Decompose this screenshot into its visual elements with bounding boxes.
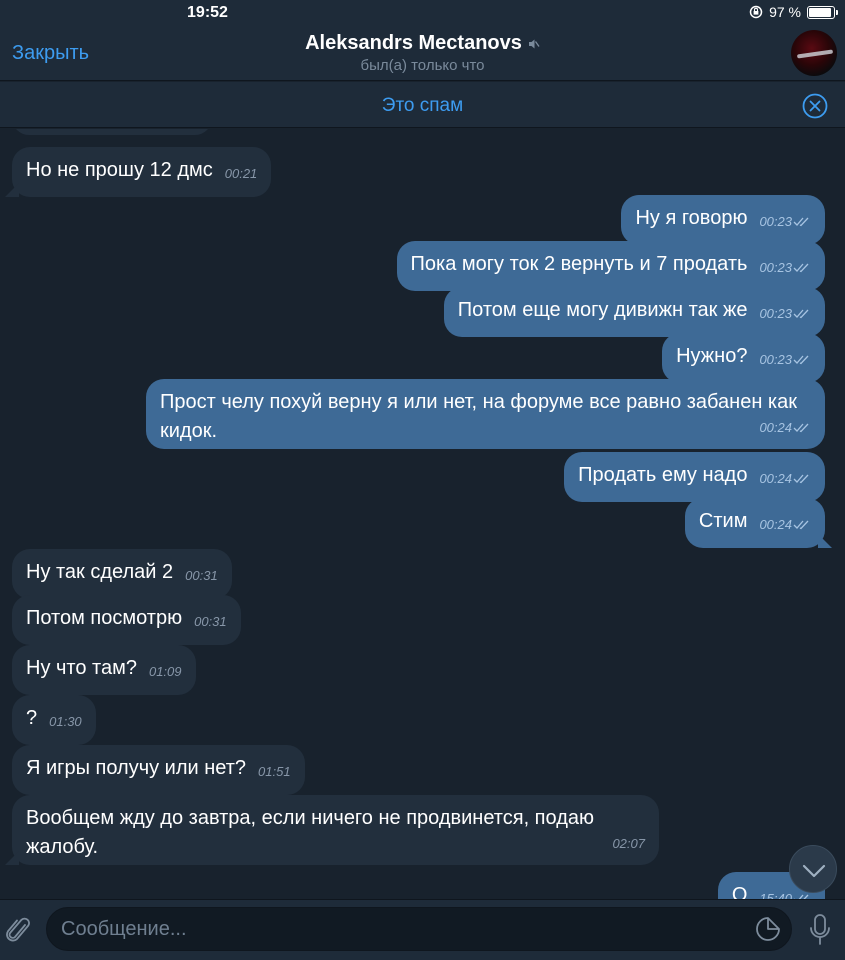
status-right: 97 % [749,4,838,20]
message-bubble-in[interactable]: Ну что там? 01:09 [12,645,196,695]
message-time: 01:09 [148,664,182,679]
message-text: Ну так сделай 2 [26,561,174,583]
message-bubble-in[interactable]: Я игры получу или нет? 01:51 [12,745,305,795]
read-checks-icon [793,520,809,530]
battery-icon [807,5,838,19]
message-text: ? [26,707,38,729]
read-checks-icon [793,217,809,227]
message-bubble-out[interactable]: Продать ему надо 00:24 [564,452,825,502]
nav-bar: Закрыть Aleksandrs Mectanovs был(а) толь… [0,26,845,81]
sticker-icon[interactable] [755,916,781,942]
message-text: Я игры получу или нет? [26,757,247,779]
message-text: Продать ему надо [578,464,748,486]
message-bubble-in[interactable]: Вообщем жду до завтра, если ничего не пр… [12,795,659,865]
composer-bar [0,899,845,960]
message-list[interactable]: Но не прошу 12 дмс 00:21 Ну я говорю 00:23… [0,129,845,899]
message-time: 01:30 [49,714,82,729]
orientation-lock-icon [749,5,763,19]
scroll-down-button[interactable] [789,845,837,893]
message-text: Пока могу ток 2 вернуть и 7 продать [410,253,748,275]
chat-title: Aleksandrs Mectanovs [305,32,522,54]
message-text: Ну что там? [26,657,137,679]
message-text: Но не прошу 12 дмс [26,159,213,181]
message-time: 02:07 [612,836,645,851]
status-bar: 19:52 97 % [0,0,845,26]
chat-title-row: Aleksandrs Mectanovs [305,32,540,55]
read-checks-icon [793,423,809,433]
message-time: 00:23 [759,352,792,367]
mute-icon [528,39,540,48]
report-spam-button[interactable]: Это спам [0,95,845,117]
message-bubble-in[interactable]: Потом посмотрю 00:31 [12,595,241,645]
message-text: Потом посмотрю [26,607,183,629]
message-bubble-out[interactable]: Потом еще могу дивижн так же 00:23 [443,287,825,337]
message-time: 00:24 [759,471,792,486]
message-time: 00:24 [759,420,792,435]
message-bubble-out[interactable]: Пока могу ток 2 вернуть и 7 продать 00:23 [396,241,825,291]
message-bubble-out[interactable]: Ну я говорю 00:23 [621,195,825,245]
message-time: 01:51 [258,764,291,779]
avatar[interactable] [791,30,837,76]
chevron-down-icon [802,864,826,878]
read-checks-icon [793,474,809,484]
message-time: 00:24 [759,517,792,532]
message-text: Потом еще могу дивижн так же [457,299,748,321]
message-bubble-in[interactable]: Ну так сделай 2 00:31 [12,549,232,599]
close-icon[interactable] [802,93,828,119]
chat-header[interactable]: Aleksandrs Mectanovs был(а) только что [0,32,845,74]
message-time: 00:21 [224,166,258,181]
message-bubble-partial [12,129,212,135]
read-checks-icon [793,263,809,273]
message-field [46,907,792,951]
message-time: 00:23 [759,260,792,275]
spam-bar: Это спам [0,82,845,128]
microphone-icon[interactable] [809,914,831,946]
message-bubble-in[interactable]: ? 01:30 [12,695,96,745]
message-text: Вообщем жду до завтра, если ничего не пр… [26,807,594,858]
message-text: О [731,884,748,899]
read-checks-icon [793,355,809,365]
message-time: 00:23 [759,214,792,229]
status-time: 19:52 [187,4,228,21]
chat-subtitle: был(а) только что [360,57,485,74]
message-text: Ну я говорю [635,207,748,229]
message-input[interactable] [61,908,741,950]
message-text: Стим [698,510,748,532]
message-time: 15:40 [759,891,792,899]
message-bubble-out[interactable]: Прост челу похуй верну я или нет, на фор… [146,379,825,449]
message-text: Нужно? [676,345,748,367]
message-bubble-in[interactable]: Но не прошу 12 дмс 00:21 [12,147,272,197]
message-time: 00:31 [194,614,227,629]
message-time: 00:31 [185,568,218,583]
message-bubble-out[interactable]: Стим 00:24 [684,498,825,548]
battery-percent: 97 % [769,4,801,20]
read-checks-icon [793,309,809,319]
paperclip-icon[interactable] [6,916,32,946]
message-text: Прост челу похуй верну я или нет, на фор… [160,391,797,442]
message-time: 00:23 [759,306,792,321]
message-bubble-out[interactable]: Нужно? 00:23 [662,333,825,383]
